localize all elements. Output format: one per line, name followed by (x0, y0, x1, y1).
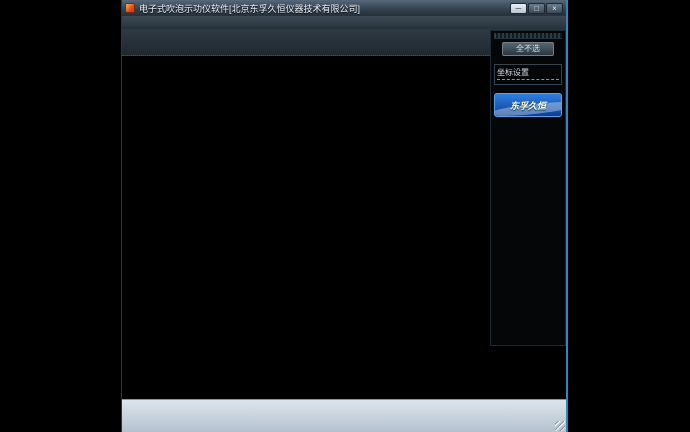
axis-settings-box: 坐标设置 (494, 64, 562, 85)
resize-grip[interactable] (555, 421, 565, 431)
company-logo: 东孚久恒 (494, 93, 562, 117)
minimize-button[interactable]: ─ (510, 3, 527, 14)
status-row-results (124, 401, 564, 416)
close-button[interactable]: × (546, 3, 563, 14)
menubar (122, 16, 566, 29)
logo-text: 东孚久恒 (510, 99, 546, 112)
window-controls: ─ □ × (510, 3, 563, 14)
panel-grip[interactable] (494, 33, 562, 39)
statusbar (122, 399, 566, 432)
maximize-button[interactable]: □ (528, 3, 545, 14)
app-icon (125, 3, 135, 13)
titlebar[interactable]: 电子式吹泡示功仪软件[北京东孚久恒仪器技术有限公司] ─ □ × (122, 0, 566, 16)
chart-region (122, 57, 490, 399)
window-title: 电子式吹泡示功仪软件[北京东孚久恒仪器技术有限公司] (139, 2, 506, 15)
desktop: 电子式吹泡示功仪软件[北京东孚久恒仪器技术有限公司] ─ □ × 全不选 坐标设… (0, 0, 690, 432)
chart-canvas[interactable] (122, 57, 490, 399)
app-window: 电子式吹泡示功仪软件[北京东孚久恒仪器技术有限公司] ─ □ × 全不选 坐标设… (121, 0, 568, 432)
select-none-button[interactable]: 全不选 (502, 42, 554, 56)
axis-settings-title: 坐标设置 (497, 67, 559, 80)
curve-panel: 全不选 坐标设置 东孚久恒 (490, 30, 566, 346)
status-row-file (124, 417, 564, 432)
